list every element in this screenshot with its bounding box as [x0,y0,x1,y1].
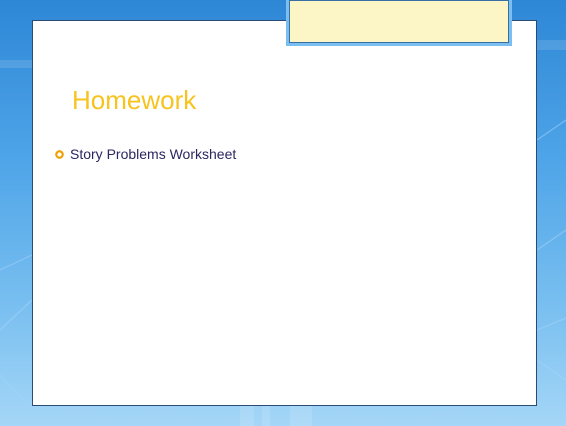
slide-title: Homework [72,85,197,115]
content-panel [32,20,537,406]
bullet-list: Story Problems Worksheet [55,144,236,164]
bullet-text: Story Problems Worksheet [70,146,237,162]
list-item: Story Problems Worksheet [55,144,236,164]
title-accent-tab [286,0,512,46]
ring-bullet-icon [55,149,64,159]
slide: Homework Story Problems Worksheet [0,0,566,426]
